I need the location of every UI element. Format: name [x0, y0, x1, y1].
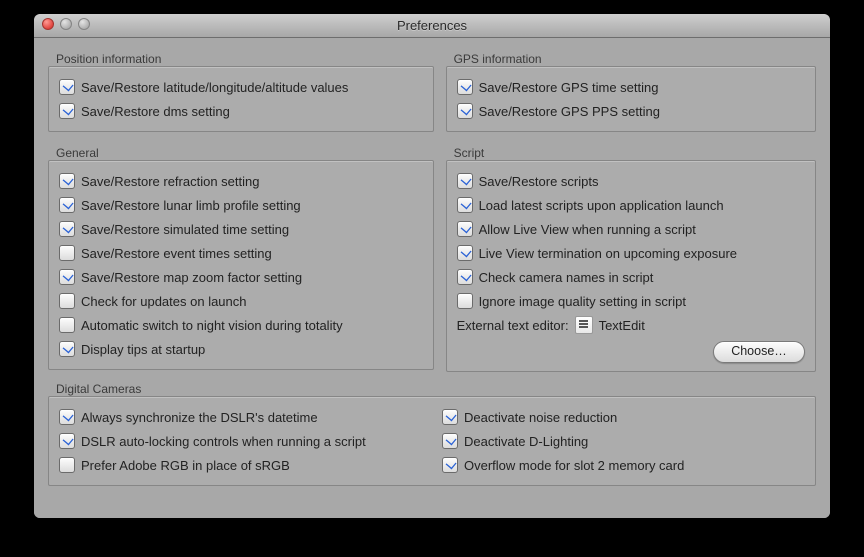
script-checkbox-live-view-termination-on-upcoming-exposure[interactable]: [457, 245, 473, 261]
titlebar: Preferences: [34, 14, 830, 38]
group-title: General: [56, 146, 434, 160]
group-gps-information: GPS information Save/Restore GPS time se…: [446, 48, 816, 132]
dc-row-prefer-adobe-rgb-in-place-of-srgb: Prefer Adobe RGB in place of sRGB: [59, 453, 422, 477]
dc-checkbox-prefer-adobe-rgb-in-place-of-srgb[interactable]: [59, 457, 75, 473]
group-title: Digital Cameras: [56, 382, 816, 396]
external-editor-app: TextEdit: [599, 318, 645, 333]
general-checkbox-save-restore-event-times-setting[interactable]: [59, 245, 75, 261]
dc-checkbox-overflow-mode-for-slot-2-memory-card[interactable]: [442, 457, 458, 473]
general-row-save-restore-map-zoom-factor-setting: Save/Restore map zoom factor setting: [59, 265, 423, 289]
general-row-automatic-switch-to-night-vision-during-totality: Automatic switch to night vision during …: [59, 313, 423, 337]
script-label-allow-live-view-when-running-a-script: Allow Live View when running a script: [479, 222, 696, 237]
general-checkbox-save-restore-simulated-time-setting[interactable]: [59, 221, 75, 237]
dc-row-dslr-auto-locking-controls-when-running-a-script: DSLR auto-locking controls when running …: [59, 429, 422, 453]
general-label-save-restore-refraction-setting: Save/Restore refraction setting: [81, 174, 259, 189]
script-row-ignore-image-quality-setting-in-script: Ignore image quality setting in script: [457, 289, 805, 313]
general-checkbox-save-restore-map-zoom-factor-setting[interactable]: [59, 269, 75, 285]
gps-checkbox-save-restore-gps-time-setting[interactable]: [457, 79, 473, 95]
group-title: Position information: [56, 52, 434, 66]
dc-row-deactivate-noise-reduction: Deactivate noise reduction: [442, 405, 805, 429]
script-checkbox-allow-live-view-when-running-a-script[interactable]: [457, 221, 473, 237]
dc-checkbox-dslr-auto-locking-controls-when-running-a-script[interactable]: [59, 433, 75, 449]
position-label-save-restore-dms-setting: Save/Restore dms setting: [81, 104, 230, 119]
choose-button[interactable]: Choose…: [713, 341, 805, 363]
zoom-icon[interactable]: [78, 18, 90, 30]
gps-row-save-restore-gps-pps-setting: Save/Restore GPS PPS setting: [457, 99, 805, 123]
script-checkbox-ignore-image-quality-setting-in-script[interactable]: [457, 293, 473, 309]
gps-row-save-restore-gps-time-setting: Save/Restore GPS time setting: [457, 75, 805, 99]
general-checkbox-save-restore-refraction-setting[interactable]: [59, 173, 75, 189]
dc-row-always-synchronize-the-dslr-s-datetime: Always synchronize the DSLR's datetime: [59, 405, 422, 429]
gps-checkbox-save-restore-gps-pps-setting[interactable]: [457, 103, 473, 119]
position-row-save-restore-latitude-longitude-altitude-values: Save/Restore latitude/longitude/altitude…: [59, 75, 423, 99]
dc-label-deactivate-d-lighting: Deactivate D-Lighting: [464, 434, 588, 449]
close-icon[interactable]: [42, 18, 54, 30]
script-label-save-restore-scripts: Save/Restore scripts: [479, 174, 599, 189]
script-label-check-camera-names-in-script: Check camera names in script: [479, 270, 654, 285]
script-row-allow-live-view-when-running-a-script: Allow Live View when running a script: [457, 217, 805, 241]
general-row-check-for-updates-on-launch: Check for updates on launch: [59, 289, 423, 313]
position-label-save-restore-latitude-longitude-altitude-values: Save/Restore latitude/longitude/altitude…: [81, 80, 348, 95]
dc-label-dslr-auto-locking-controls-when-running-a-script: DSLR auto-locking controls when running …: [81, 434, 366, 449]
position-checkbox-save-restore-latitude-longitude-altitude-values[interactable]: [59, 79, 75, 95]
dc-checkbox-always-synchronize-the-dslr-s-datetime[interactable]: [59, 409, 75, 425]
general-label-save-restore-map-zoom-factor-setting: Save/Restore map zoom factor setting: [81, 270, 302, 285]
dc-label-deactivate-noise-reduction: Deactivate noise reduction: [464, 410, 617, 425]
group-general: General Save/Restore refraction setting S…: [48, 142, 434, 370]
general-label-save-restore-simulated-time-setting: Save/Restore simulated time setting: [81, 222, 289, 237]
general-row-display-tips-at-startup: Display tips at startup: [59, 337, 423, 361]
general-checkbox-save-restore-lunar-limb-profile-setting[interactable]: [59, 197, 75, 213]
general-row-save-restore-simulated-time-setting: Save/Restore simulated time setting: [59, 217, 423, 241]
group-title: Script: [454, 146, 816, 160]
script-label-live-view-termination-on-upcoming-exposure: Live View termination on upcoming exposu…: [479, 246, 737, 261]
dc-label-prefer-adobe-rgb-in-place-of-srgb: Prefer Adobe RGB in place of sRGB: [81, 458, 290, 473]
window-title: Preferences: [397, 18, 467, 33]
minimize-icon[interactable]: [60, 18, 72, 30]
general-label-check-for-updates-on-launch: Check for updates on launch: [81, 294, 247, 309]
script-label-load-latest-scripts-upon-application-launch: Load latest scripts upon application lau…: [479, 198, 724, 213]
script-row-check-camera-names-in-script: Check camera names in script: [457, 265, 805, 289]
group-digital-cameras: Digital Cameras Always synchronize the D…: [48, 382, 816, 486]
general-label-display-tips-at-startup: Display tips at startup: [81, 342, 205, 357]
window-controls: [42, 18, 90, 30]
general-label-save-restore-event-times-setting: Save/Restore event times setting: [81, 246, 272, 261]
group-position-information: Position information Save/Restore latitu…: [48, 48, 434, 132]
external-editor-label: External text editor:: [457, 318, 569, 333]
gps-label-save-restore-gps-time-setting: Save/Restore GPS time setting: [479, 80, 659, 95]
content-area: Position information Save/Restore latitu…: [34, 38, 830, 518]
gps-label-save-restore-gps-pps-setting: Save/Restore GPS PPS setting: [479, 104, 660, 119]
script-row-load-latest-scripts-upon-application-launch: Load latest scripts upon application lau…: [457, 193, 805, 217]
textedit-icon: [575, 316, 593, 334]
dc-label-overflow-mode-for-slot-2-memory-card: Overflow mode for slot 2 memory card: [464, 458, 684, 473]
group-script: Script Save/Restore scripts Load latest s…: [446, 142, 816, 372]
script-checkbox-check-camera-names-in-script[interactable]: [457, 269, 473, 285]
general-row-save-restore-refraction-setting: Save/Restore refraction setting: [59, 169, 423, 193]
dc-checkbox-deactivate-noise-reduction[interactable]: [442, 409, 458, 425]
general-checkbox-display-tips-at-startup[interactable]: [59, 341, 75, 357]
general-label-save-restore-lunar-limb-profile-setting: Save/Restore lunar limb profile setting: [81, 198, 301, 213]
script-label-ignore-image-quality-setting-in-script: Ignore image quality setting in script: [479, 294, 686, 309]
external-editor-row: External text editor: TextEdit: [457, 313, 805, 337]
general-checkbox-automatic-switch-to-night-vision-during-totality[interactable]: [59, 317, 75, 333]
script-row-live-view-termination-on-upcoming-exposure: Live View termination on upcoming exposu…: [457, 241, 805, 265]
script-row-save-restore-scripts: Save/Restore scripts: [457, 169, 805, 193]
position-row-save-restore-dms-setting: Save/Restore dms setting: [59, 99, 423, 123]
general-row-save-restore-lunar-limb-profile-setting: Save/Restore lunar limb profile setting: [59, 193, 423, 217]
dc-label-always-synchronize-the-dslr-s-datetime: Always synchronize the DSLR's datetime: [81, 410, 318, 425]
general-row-save-restore-event-times-setting: Save/Restore event times setting: [59, 241, 423, 265]
position-checkbox-save-restore-dms-setting[interactable]: [59, 103, 75, 119]
dc-row-deactivate-d-lighting: Deactivate D-Lighting: [442, 429, 805, 453]
general-checkbox-check-for-updates-on-launch[interactable]: [59, 293, 75, 309]
dc-checkbox-deactivate-d-lighting[interactable]: [442, 433, 458, 449]
group-title: GPS information: [454, 52, 816, 66]
preferences-window: Preferences Position information Save/Re…: [34, 14, 830, 518]
script-checkbox-save-restore-scripts[interactable]: [457, 173, 473, 189]
script-checkbox-load-latest-scripts-upon-application-launch[interactable]: [457, 197, 473, 213]
dc-row-overflow-mode-for-slot-2-memory-card: Overflow mode for slot 2 memory card: [442, 453, 805, 477]
general-label-automatic-switch-to-night-vision-during-totality: Automatic switch to night vision during …: [81, 318, 343, 333]
